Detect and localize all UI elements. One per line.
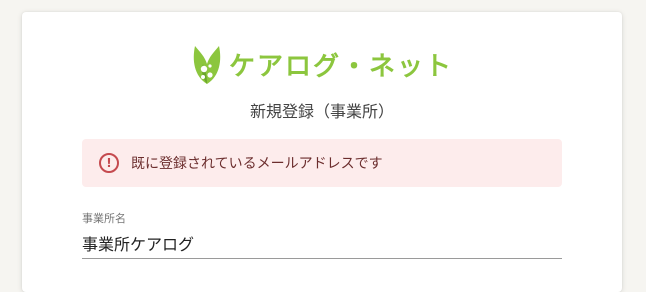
error-alert: ! 既に登録されているメールアドレスです bbox=[82, 139, 562, 187]
brand-name: ケアログ・ネット bbox=[228, 51, 453, 82]
registration-card: ケアログ・ネット 新規登録（事業所） ! 既に登録されているメールアドレスです … bbox=[22, 12, 622, 292]
brand-header: ケアログ・ネット bbox=[22, 42, 622, 86]
leaf-logo-icon bbox=[193, 46, 221, 84]
office-name-label: 事業所名 bbox=[82, 212, 126, 225]
office-name-input[interactable] bbox=[82, 230, 562, 259]
error-message: 既に登録されているメールアドレスです bbox=[131, 156, 383, 172]
exclamation-circle-icon: ! bbox=[99, 153, 119, 173]
office-name-field: 事業所名 bbox=[82, 210, 562, 259]
page-subtitle: 新規登録（事業所） bbox=[249, 102, 394, 121]
